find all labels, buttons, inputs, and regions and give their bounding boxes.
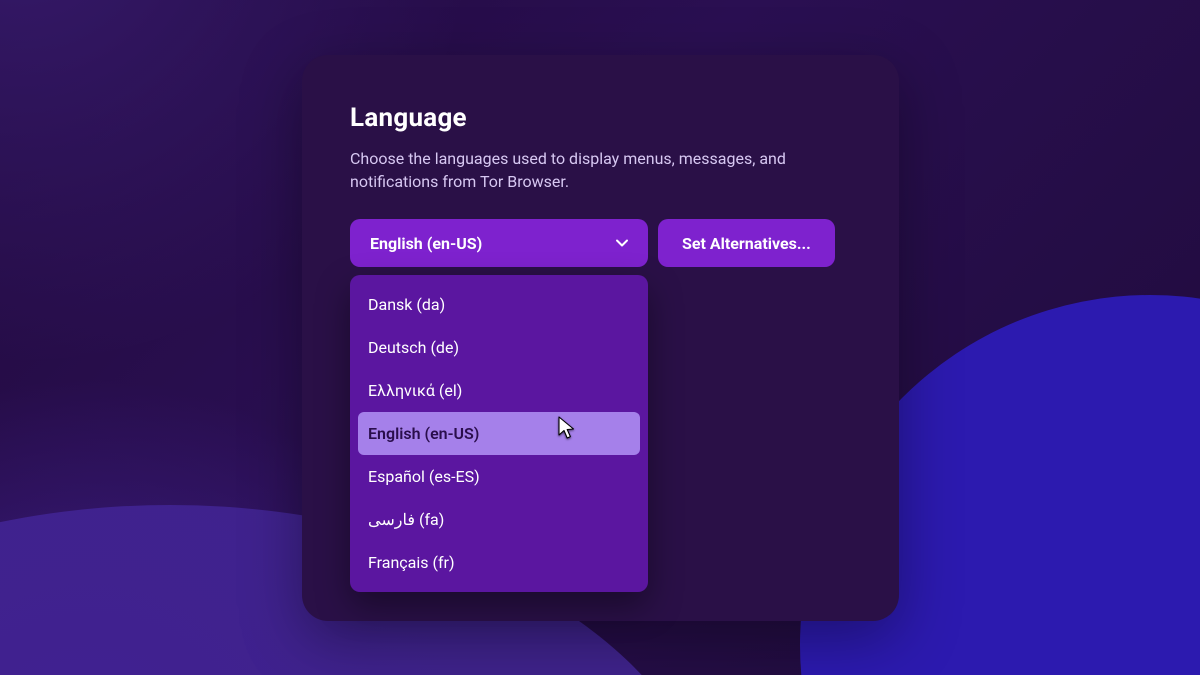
language-option-label: Dansk (da) [368,295,445,314]
language-controls-row: English (en-US) Dansk (da)Deutsch (de)Ελ… [350,219,851,267]
panel-description: Choose the languages used to display men… [350,147,810,193]
language-settings-panel: Language Choose the languages used to di… [302,55,899,621]
language-menu[interactable]: Dansk (da) Deutsch (de) Ελληνικά (el) Engli… [350,275,648,592]
language-select-value: English (en-US) [370,234,482,253]
language-option-label: Español (es-ES) [368,467,480,486]
language-dropdown: English (en-US) Dansk (da)Deutsch (de)Ελ… [350,219,648,267]
language-option[interactable]: English (en-US) [358,412,640,455]
language-option[interactable]: Ελληνικά (el) [350,369,648,412]
language-option[interactable]: فارسی (fa) [350,498,648,541]
language-option-label: Français (fr) [368,553,455,572]
language-option[interactable]: Français (fr) [350,541,648,584]
language-option-label: Ελληνικά (el) [368,381,462,400]
language-option[interactable]: Español (es-ES) [350,455,648,498]
set-alternatives-button[interactable]: Set Alternatives... [658,219,835,267]
chevron-down-icon [612,233,632,253]
language-option-label: English (en-US) [368,424,479,443]
language-option[interactable]: Deutsch (de) [350,326,648,369]
language-option[interactable]: Dansk (da) [350,283,648,326]
language-select-button[interactable]: English (en-US) [350,219,648,267]
language-option-label: فارسی (fa) [368,510,444,529]
language-option-label: Deutsch (de) [368,338,459,357]
panel-title: Language [350,103,851,133]
set-alternatives-label: Set Alternatives... [682,234,811,253]
